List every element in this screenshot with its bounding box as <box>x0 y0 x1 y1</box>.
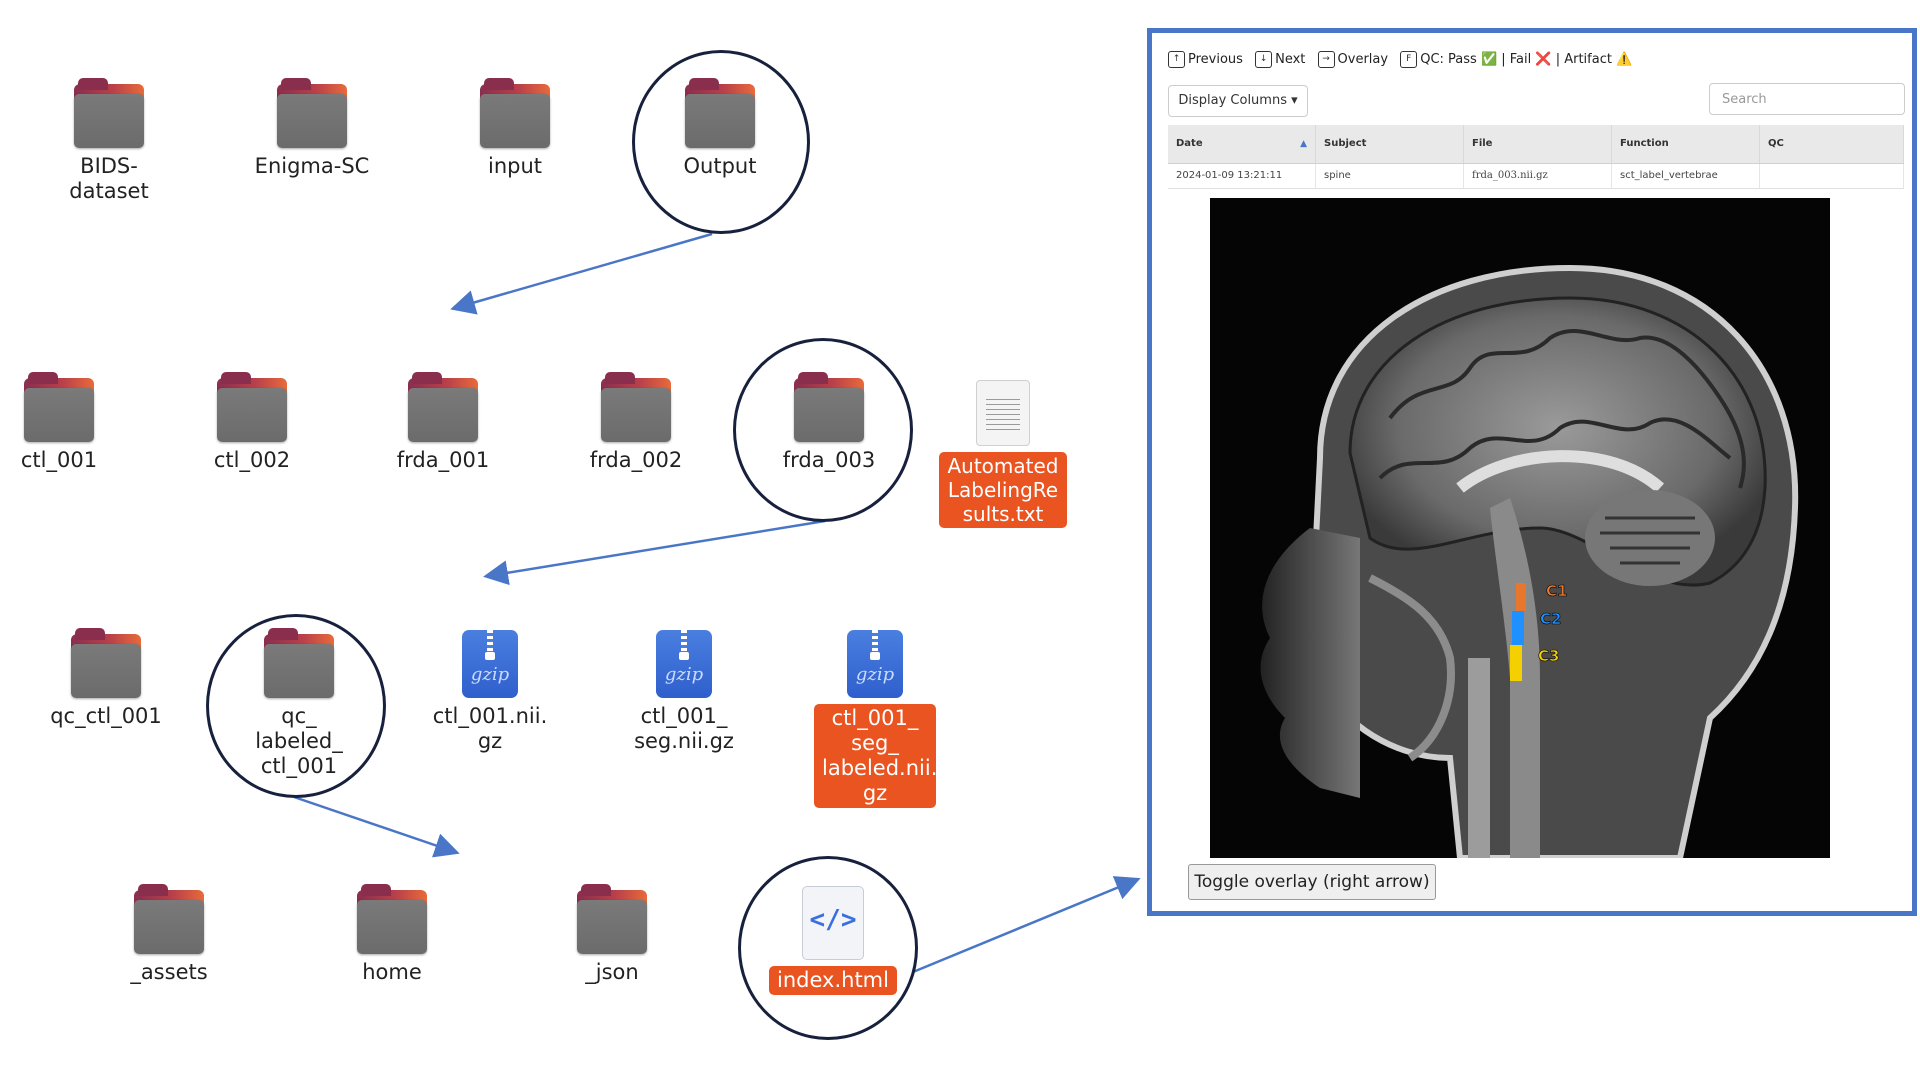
folder-label: qc_ctl_001 <box>50 704 162 728</box>
folder-icon <box>601 372 671 442</box>
folder-label: home <box>362 960 422 984</box>
right-arrow-key-icon: → <box>1317 51 1335 68</box>
folder-icon <box>74 78 144 148</box>
cell-function: sct_label_vertebrae <box>1612 164 1760 188</box>
column-header-function[interactable]: Function <box>1612 125 1760 163</box>
folder-icon <box>408 372 478 442</box>
folder-label: _json <box>585 960 639 984</box>
folder-label: frda_001 <box>396 448 490 472</box>
folder-frda-001[interactable]: frda_001 <box>368 372 518 473</box>
search-input[interactable]: Search <box>1709 83 1905 115</box>
vertebra-c3-segment <box>1510 645 1522 681</box>
sort-ascending-icon: ▲ <box>1300 139 1307 149</box>
file-ctl-001-seg-nii-gz[interactable]: gzip ctl_001_ seg.nii.gz <box>609 630 759 754</box>
highlight-circle-output <box>632 50 810 234</box>
arrow-index-to-report <box>912 876 1141 974</box>
gzip-archive-icon: gzip <box>847 630 903 698</box>
file-ctl-001-nii-gz[interactable]: gzip ctl_001.nii. gz <box>415 630 565 754</box>
folder-frda-002[interactable]: frda_002 <box>561 372 711 473</box>
results-table: Date ▲ Subject File Function QC 2024-01-0… <box>1168 125 1904 189</box>
mri-sagittal-image: C1 C2 C3 <box>1210 198 1830 858</box>
vertebra-c2-segment <box>1512 611 1524 645</box>
folder-icon <box>71 628 141 698</box>
cell-file: frda_003.nii.gz <box>1464 164 1612 188</box>
file-label: Automated LabelingRe sults.txt <box>939 452 1067 528</box>
vertebra-label-c2: C2 <box>1540 610 1561 628</box>
folder-input[interactable]: input <box>440 78 590 179</box>
f-key-icon: F <box>1400 51 1418 68</box>
cell-subject: spine <box>1316 164 1464 188</box>
text-file-icon <box>976 380 1030 446</box>
vertebra-c1-segment <box>1516 583 1526 611</box>
folder-label: _assets <box>130 960 208 984</box>
folder-ctl-002[interactable]: ctl_002 <box>177 372 327 473</box>
folder-label: Enigma-SC <box>254 154 370 178</box>
folder-json[interactable]: _json <box>537 884 687 985</box>
vertebra-label-c3: C3 <box>1538 647 1559 665</box>
folder-qc-ctl-001[interactable]: qc_ctl_001 <box>31 628 181 729</box>
cell-date: 2024-01-09 13:21:11 <box>1168 164 1316 188</box>
cell-qc <box>1760 164 1904 188</box>
qc-report-panel: ↑ Previous ↓ Next → Overlay F QC: Pass ✅ | F… <box>1147 28 1917 916</box>
file-label: ctl_001_ seg_ labeled.nii. gz <box>814 704 937 808</box>
folder-label: ctl_002 <box>213 448 291 472</box>
file-label: ctl_001_ seg.nii.gz <box>634 704 734 753</box>
mri-illustration: C1 C2 C3 <box>1210 198 1830 858</box>
column-header-file[interactable]: File <box>1464 125 1612 163</box>
folder-assets[interactable]: _assets <box>94 884 244 985</box>
previous-link[interactable]: Previous <box>1188 52 1243 67</box>
file-label: ctl_001.nii. gz <box>432 704 548 753</box>
arrow-output-to-subjects <box>450 232 713 315</box>
folder-label: frda_002 <box>589 448 683 472</box>
folder-label: input <box>487 154 543 178</box>
folder-icon <box>134 884 204 954</box>
file-ctl-001-seg-labeled-nii-gz[interactable]: gzip ctl_001_ seg_ labeled.nii. gz <box>800 630 950 808</box>
folder-ctl-001[interactable]: ctl_001 <box>0 372 134 473</box>
folder-home[interactable]: home <box>317 884 467 985</box>
figure-canvas: BIDS- dataset Enigma-SC input Output ctl… <box>0 0 1920 1080</box>
folder-label: BIDS- dataset <box>69 154 149 203</box>
gzip-archive-icon: gzip <box>656 630 712 698</box>
gzip-archive-icon: gzip <box>462 630 518 698</box>
folder-icon <box>357 884 427 954</box>
arrow-qc-to-contents <box>293 795 460 858</box>
vertebra-label-c1: C1 <box>1546 582 1567 600</box>
folder-label: ctl_001 <box>20 448 98 472</box>
keyboard-shortcuts-bar: ↑ Previous ↓ Next → Overlay F QC: Pass ✅ | F… <box>1168 51 1632 68</box>
overlay-link[interactable]: Overlay <box>1338 52 1389 67</box>
arrow-frda003-to-files <box>483 519 826 586</box>
folder-icon <box>277 78 347 148</box>
qc-status-label: QC: Pass ✅ | Fail ❌ | Artifact ⚠️ <box>1420 52 1633 67</box>
folder-enigma-sc[interactable]: Enigma-SC <box>237 78 387 179</box>
up-arrow-key-icon: ↑ <box>1168 51 1185 68</box>
folder-icon <box>480 78 550 148</box>
folder-bids-dataset[interactable]: BIDS- dataset <box>34 78 184 204</box>
display-columns-button[interactable]: Display Columns ▾ <box>1168 85 1308 117</box>
down-arrow-key-icon: ↓ <box>1255 51 1273 68</box>
column-header-date[interactable]: Date ▲ <box>1168 125 1316 163</box>
column-header-qc[interactable]: QC <box>1760 125 1904 163</box>
highlight-circle-frda-003 <box>733 338 913 522</box>
file-automated-labeling-results[interactable]: Automated LabelingRe sults.txt <box>928 380 1078 528</box>
highlight-circle-index-html <box>738 856 918 1040</box>
table-header: Date ▲ Subject File Function QC <box>1168 125 1904 164</box>
next-link[interactable]: Next <box>1275 52 1305 67</box>
folder-icon <box>24 372 94 442</box>
toggle-overlay-button[interactable]: Toggle overlay (right arrow) <box>1188 864 1436 900</box>
folder-icon <box>217 372 287 442</box>
table-row[interactable]: 2024-01-09 13:21:11 spine frda_003.nii.g… <box>1168 164 1904 189</box>
highlight-circle-qc-labeled <box>206 614 386 798</box>
folder-icon <box>577 884 647 954</box>
column-header-subject[interactable]: Subject <box>1316 125 1464 163</box>
